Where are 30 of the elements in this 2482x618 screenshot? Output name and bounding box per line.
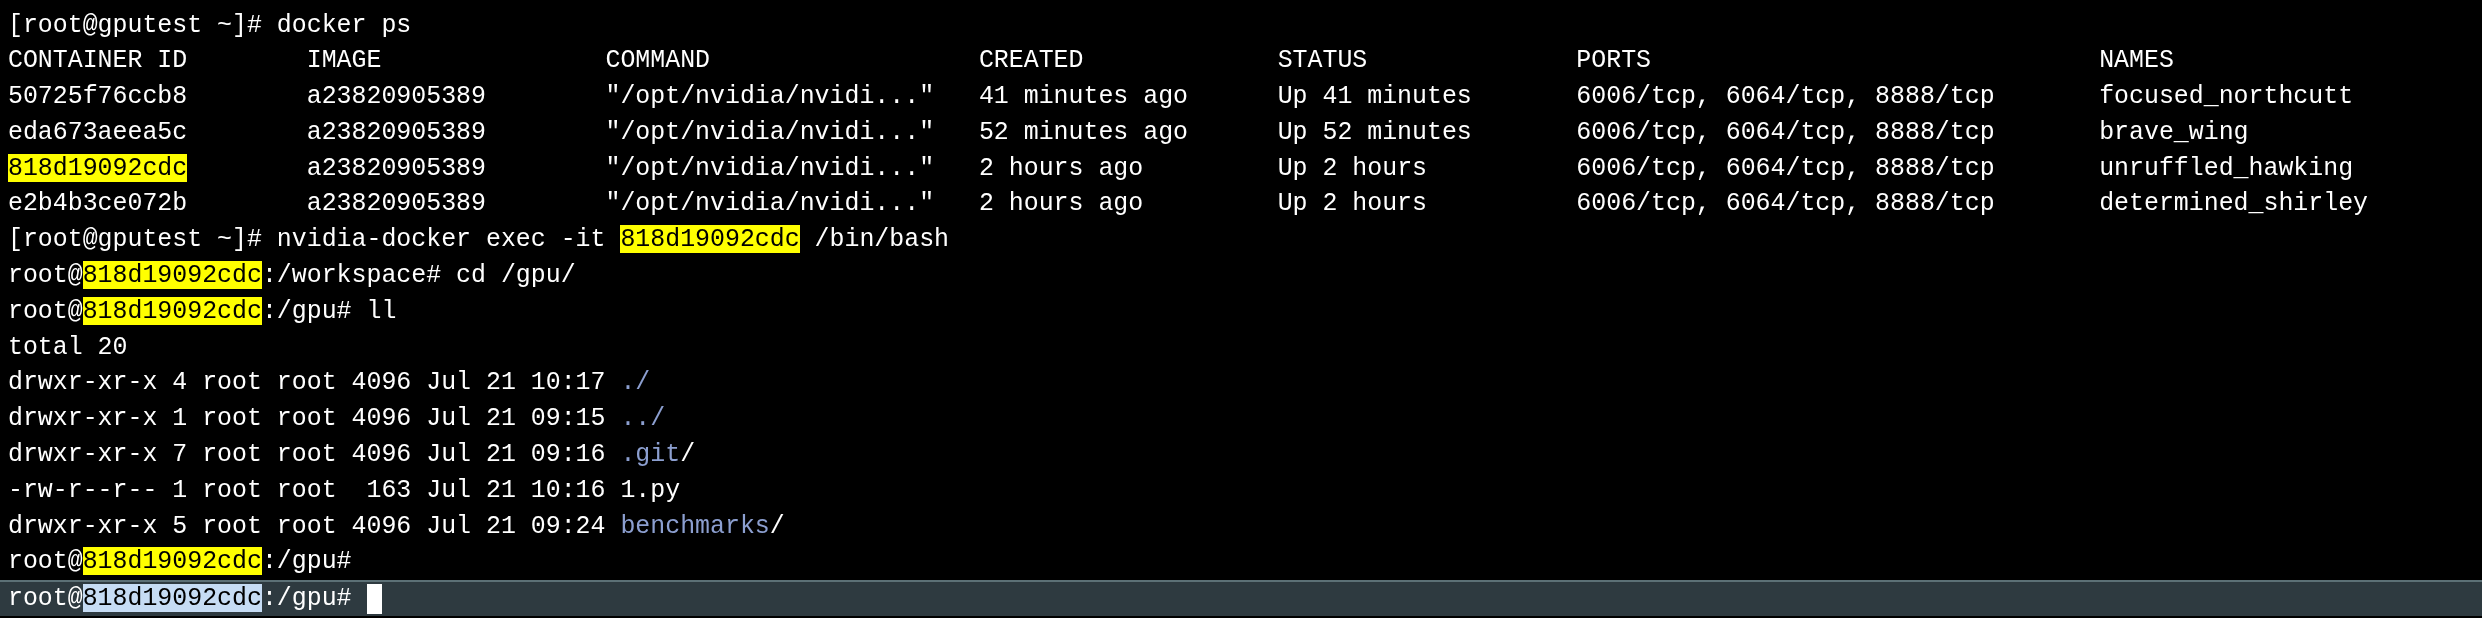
- terminal-text: /: [680, 440, 696, 469]
- terminal-text: CONTAINER ID IMAGE COMMAND CREATED STATUS PORTS NAMES: [8, 46, 2174, 75]
- highlighted-text: 818d19092cdc: [620, 225, 800, 254]
- terminal-text: e2b4b3ce072b a23820905389 "/opt/nvidia/nvidi..." 2 hours ago Up 2 hours 6006/tcp, 6064/tcp, 8888/tcp determined_shirley: [8, 189, 2369, 218]
- terminal-text: total 20: [8, 332, 128, 361]
- terminal-text: root@: [8, 584, 83, 613]
- highlighted-text: 818d19092cdc: [8, 153, 188, 182]
- terminal-text: :/gpu#: [261, 584, 353, 613]
- terminal-text: :/gpu# ll: [261, 296, 397, 325]
- terminal-text: a23820905389 "/opt/nvidia/nvidi..." 2 hours ago Up 2 hours 6006/tcp, 6064/tcp, 8888/tcp unruffled_hawking: [305, 153, 2354, 182]
- terminal-text: [root@gputest ~]# docker ps: [8, 10, 412, 39]
- directory-name: benchmarks: [620, 511, 770, 540]
- terminal-text: drwxr-xr-x 7 root root 4096 Jul 21 09:16: [8, 440, 607, 469]
- directory-name: .git: [620, 440, 681, 469]
- terminal-text: root@: [8, 547, 83, 576]
- terminal-text: root@: [8, 296, 83, 325]
- terminal-text: :/gpu#: [261, 547, 352, 576]
- terminal-text: root@: [8, 261, 83, 290]
- directory-name: ./: [620, 368, 651, 397]
- terminal-text: drwxr-xr-x 5 root root 4096 Jul 21 09:24: [8, 511, 607, 540]
- terminal-text: drwxr-xr-x 4 root root 4096 Jul 21 10:17: [8, 368, 607, 397]
- terminal-text: :/workspace# cd /gpu/: [261, 261, 576, 290]
- terminal-text: [root@gputest ~]# nvidia-docker exec -it: [8, 225, 607, 254]
- terminal-text: /bin/bash: [813, 225, 950, 254]
- terminal-text: /: [769, 511, 785, 540]
- terminal-text: eda673aeea5c a23820905389 "/opt/nvidia/nvidi..." 52 minutes ago Up 52 minutes 6006/tcp, 6064/tcp, 8888/tcp brave_wing: [8, 117, 2249, 146]
- directory-name: ../: [620, 404, 666, 433]
- terminal-text: 50725f76ccb8 a23820905389 "/opt/nvidia/nvidi..." 41 minutes ago Up 41 minutes 6006/tcp, 6064/tcp, 8888/tcp focused_northcutt: [8, 82, 2354, 111]
- terminal-text: drwxr-xr-x 1 root root 4096 Jul 21 09:15: [8, 404, 607, 433]
- terminal-text: -rw-r--r-- 1 root root 163 Jul 21 10:16 1.py: [8, 475, 681, 504]
